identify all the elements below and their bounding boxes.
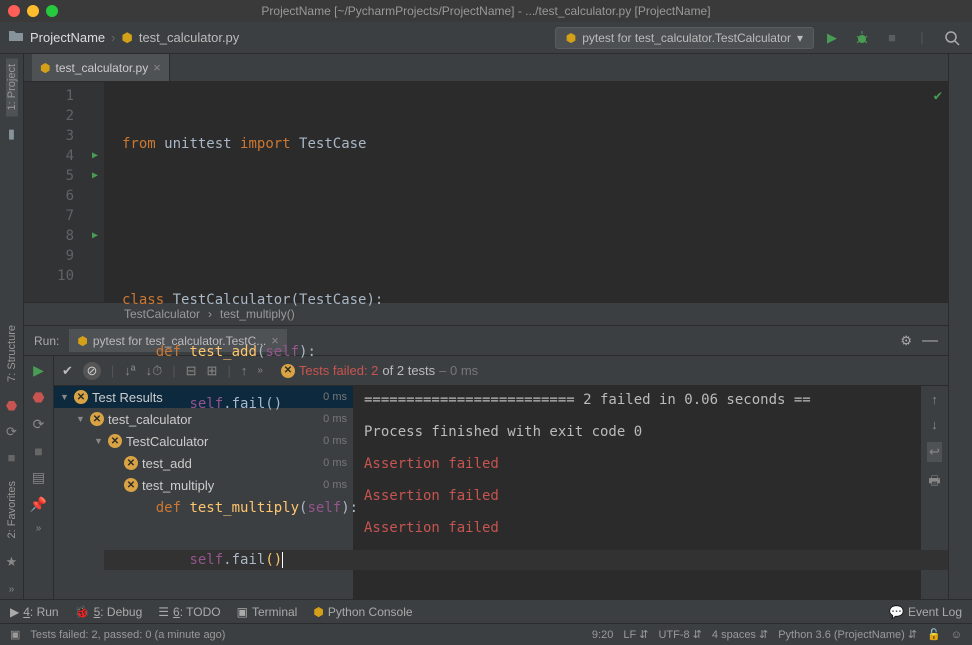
project-icon: ▮ bbox=[8, 126, 15, 142]
show-ignored-toggle[interactable]: ⊘ bbox=[83, 362, 101, 380]
line-number[interactable]: 10 bbox=[24, 266, 104, 286]
bottom-tool-bar: ▶ 4: Run 🐞 5: Debug ☰ 6: TODO ▣ Terminal… bbox=[0, 599, 972, 623]
expand-arrow-icon[interactable]: ▼ bbox=[94, 436, 104, 446]
window-close-button[interactable] bbox=[8, 5, 20, 17]
favorites-tool-tab[interactable]: 2: Favorites bbox=[6, 475, 18, 544]
rerun-failed-button[interactable]: ⬣ bbox=[32, 389, 44, 406]
line-number[interactable]: 6 bbox=[24, 186, 104, 206]
more-button[interactable]: » bbox=[36, 523, 42, 534]
python-console-tool-button[interactable]: ⬢ Python Console bbox=[313, 605, 412, 619]
python-icon: ⬢ bbox=[77, 334, 87, 348]
chevron-down-icon: ▾ bbox=[797, 31, 803, 45]
python-file-icon: ⬢ bbox=[40, 61, 50, 75]
fail-status-icon: ✕ bbox=[90, 412, 104, 426]
structure-tool-tab[interactable]: 7: Structure bbox=[6, 319, 18, 388]
rerun-button[interactable]: ▶ bbox=[33, 362, 44, 379]
structure-icon: ⬣ bbox=[6, 398, 17, 414]
project-tool-tab[interactable]: 1: Project bbox=[6, 58, 18, 116]
folder-icon bbox=[8, 29, 24, 46]
line-number-runnable[interactable]: 8 bbox=[24, 226, 104, 246]
star-icon: ★ bbox=[6, 554, 18, 570]
code-editor[interactable]: 1 2 3 4 5 6 7 8 9 10 ✔ from unittest imp… bbox=[24, 82, 948, 302]
editor-tab-test-calculator[interactable]: ⬢ test_calculator.py × bbox=[32, 54, 170, 81]
run-action-bar: ▶ ⬣ ⟳ ■ ▤ 📌 » bbox=[24, 356, 54, 599]
more-icon[interactable]: » bbox=[9, 580, 15, 599]
text-caret bbox=[282, 552, 283, 568]
show-passed-toggle[interactable]: ✔ bbox=[62, 363, 73, 379]
indent-selector[interactable]: 4 spaces ⇵ bbox=[712, 628, 768, 641]
run-config-selector[interactable]: ⬢ pytest for test_calculator.TestCalcula… bbox=[555, 27, 814, 49]
expand-arrow-icon[interactable]: ▼ bbox=[60, 392, 70, 402]
line-number[interactable]: 1 bbox=[24, 86, 104, 106]
run-tool-button[interactable]: ▶ 4: Run bbox=[10, 605, 59, 619]
tool-window-toggle-icon[interactable]: ▣ bbox=[10, 628, 20, 641]
line-separator-selector[interactable]: LF ⇵ bbox=[623, 628, 648, 641]
tab-label: test_calculator.py bbox=[55, 61, 148, 75]
fail-status-icon: ✕ bbox=[74, 390, 88, 404]
left-tool-gutter: 1: Project ▮ 7: Structure ⬣ ⟳ ■ 2: Favor… bbox=[0, 54, 24, 599]
project-name[interactable]: ProjectName bbox=[30, 30, 105, 45]
line-number[interactable]: 9 bbox=[24, 246, 104, 266]
encoding-selector[interactable]: UTF-8 ⇵ bbox=[658, 628, 701, 641]
window-maximize-button[interactable] bbox=[46, 5, 58, 17]
pin-button[interactable]: 📌 bbox=[30, 496, 47, 513]
file-name[interactable]: test_calculator.py bbox=[139, 30, 239, 45]
run-label: Run: bbox=[34, 334, 59, 348]
debug-button[interactable] bbox=[850, 26, 874, 50]
run-button[interactable]: ▶ bbox=[820, 26, 844, 50]
stop-button: ■ bbox=[880, 26, 904, 50]
terminal-tool-button[interactable]: ▣ Terminal bbox=[237, 605, 298, 619]
balloon-icon: 💬 bbox=[889, 605, 904, 619]
event-log-button[interactable]: 💬 Event Log bbox=[889, 605, 962, 619]
cursor-position[interactable]: 9:20 bbox=[592, 629, 613, 641]
line-number-runnable[interactable]: 4 bbox=[24, 146, 104, 166]
hector-icon[interactable]: ☺ bbox=[951, 629, 962, 641]
editor-tabs: ⬢ test_calculator.py × bbox=[24, 54, 948, 82]
breadcrumb-separator: › bbox=[111, 30, 115, 45]
window-title: ProjectName [~/PycharmProjects/ProjectNa… bbox=[261, 4, 710, 18]
code-area[interactable]: ✔ from unittest import TestCase class Te… bbox=[104, 82, 948, 302]
toggle-auto-test-button[interactable]: ⟳ bbox=[33, 416, 45, 433]
tab-close-button[interactable]: × bbox=[153, 60, 161, 75]
debug-tool-button[interactable]: 🐞 5: Debug bbox=[75, 605, 143, 619]
line-number[interactable]: 2 bbox=[24, 106, 104, 126]
python-icon: ⬢ bbox=[566, 31, 576, 45]
bug-icon: 🐞 bbox=[75, 605, 90, 619]
python-icon: ⬢ bbox=[313, 605, 323, 619]
terminal-icon: ▣ bbox=[237, 605, 248, 619]
run-icon: ▶ bbox=[10, 605, 19, 619]
line-number[interactable]: 3 bbox=[24, 126, 104, 146]
status-message: Tests failed: 2, passed: 0 (a minute ago… bbox=[30, 629, 225, 641]
python-file-icon: ⬢ bbox=[121, 30, 132, 46]
window-minimize-button[interactable] bbox=[27, 5, 39, 17]
lock-icon[interactable]: 🔓 bbox=[927, 628, 941, 641]
divider: | bbox=[910, 26, 934, 50]
line-number-gutter[interactable]: 1 2 3 4 5 6 7 8 9 10 bbox=[24, 82, 104, 302]
navigation-bar: ProjectName › ⬢ test_calculator.py ⬢ pyt… bbox=[0, 22, 972, 54]
list-icon: ☰ bbox=[158, 605, 169, 619]
inspection-ok-icon[interactable]: ✔ bbox=[934, 88, 942, 104]
search-button[interactable] bbox=[940, 26, 964, 50]
concurrency-icon: ⟳ bbox=[6, 424, 17, 440]
run-config-label: pytest for test_calculator.TestCalculato… bbox=[582, 31, 791, 45]
line-number[interactable]: 7 bbox=[24, 206, 104, 226]
layout-button[interactable]: ▤ bbox=[32, 469, 45, 486]
right-tool-gutter bbox=[948, 54, 972, 599]
stop-button[interactable]: ■ bbox=[34, 443, 42, 459]
expand-arrow-icon[interactable]: ▼ bbox=[76, 414, 86, 424]
interpreter-selector[interactable]: Python 3.6 (ProjectName) ⇵ bbox=[778, 628, 917, 641]
status-bar: ▣ Tests failed: 2, passed: 0 (a minute a… bbox=[0, 623, 972, 645]
window-titlebar: ProjectName [~/PycharmProjects/ProjectNa… bbox=[0, 0, 972, 22]
todo-tool-button[interactable]: ☰ 6: TODO bbox=[158, 605, 220, 619]
line-number-runnable[interactable]: 5 bbox=[24, 166, 104, 186]
stop-square-icon: ■ bbox=[8, 450, 16, 465]
